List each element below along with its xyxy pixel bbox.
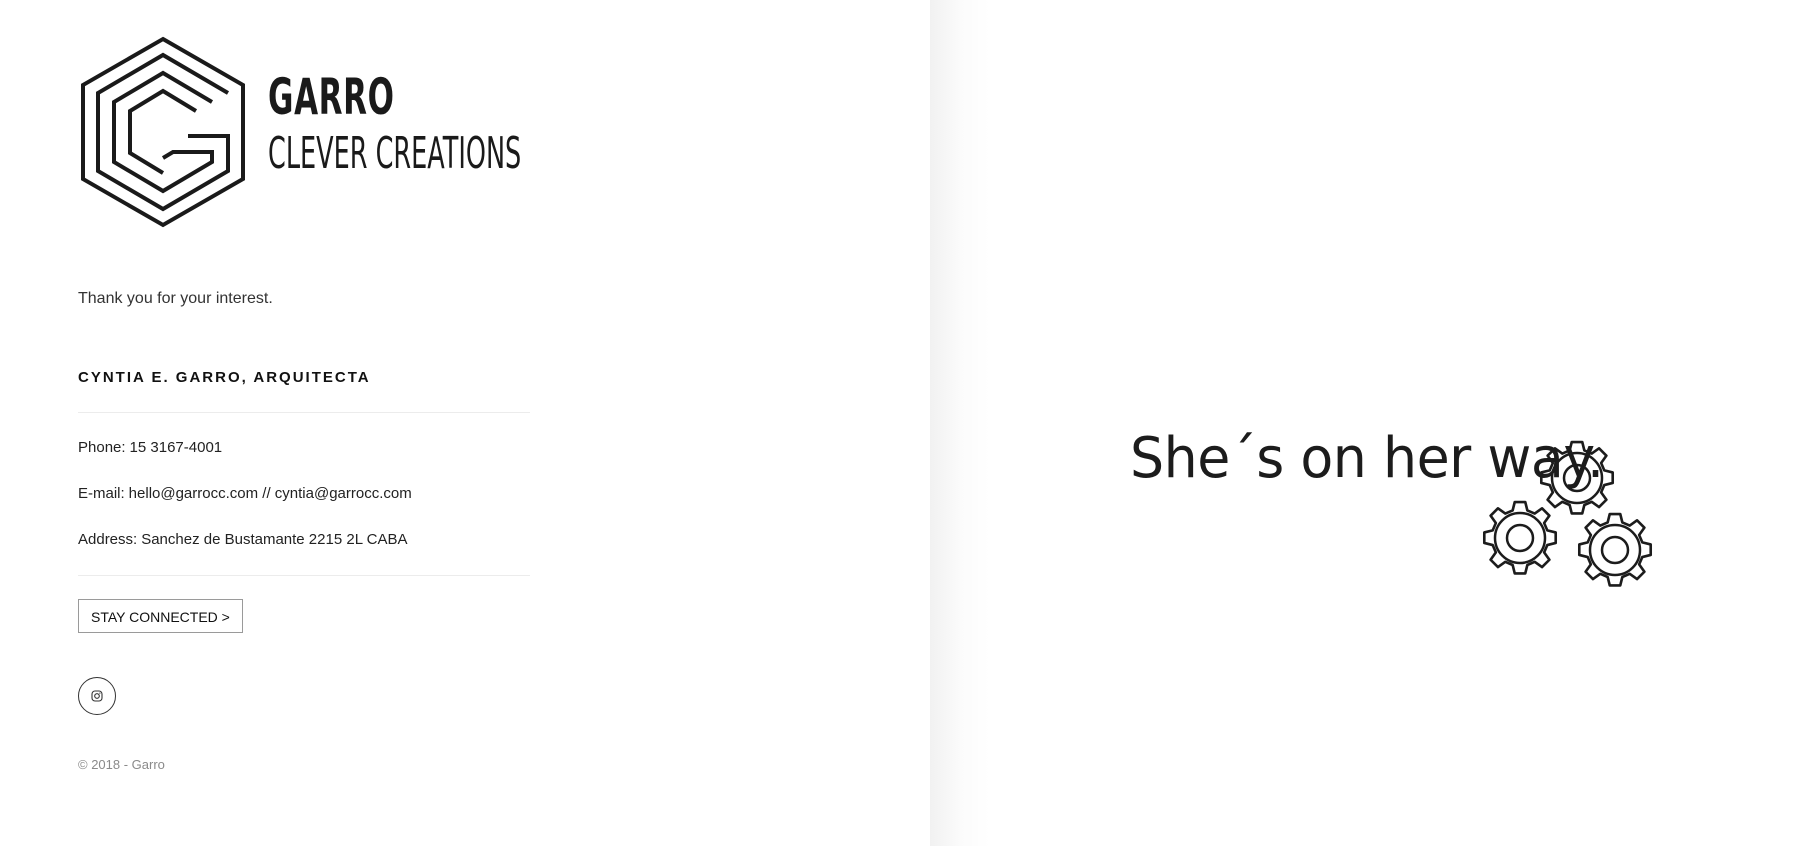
divider: [78, 575, 530, 576]
logo-wordmark: GARRO CLEVER CREATIONS: [268, 72, 705, 176]
hexagon-g-logo-icon: [81, 36, 245, 228]
address-value: Sanchez de Bustamante 2215 2L CABA: [141, 531, 408, 548]
gears-icon: [1483, 440, 1652, 587]
hero-panel: She´s on her way.: [930, 0, 1802, 846]
address-label: Address:: [78, 531, 138, 548]
stay-connected-button[interactable]: STAY CONNECTED >: [78, 599, 243, 633]
instagram-button[interactable]: [78, 677, 116, 715]
instagram-icon: [91, 690, 103, 702]
phone-value[interactable]: 15 3167-4001: [130, 439, 223, 456]
phone-line: Phone: 15 3167-4001: [78, 439, 222, 456]
copyright-text: © 2018 - Garro: [78, 757, 165, 772]
address-line: Address: Sanchez de Bustamante 2215 2L CA…: [78, 531, 408, 548]
divider: [78, 412, 530, 413]
logo-tagline-text: CLEVER CREATIONS: [268, 128, 522, 179]
email-value[interactable]: hello@garrocc.com // cyntia@garrocc.com: [129, 485, 412, 502]
brand-logo[interactable]: GARRO CLEVER CREATIONS: [78, 36, 538, 228]
phone-label: Phone:: [78, 439, 126, 456]
contact-heading: CYNTIA E. GARRO, ARQUITECTA: [78, 369, 371, 386]
contact-panel: GARRO CLEVER CREATIONS Thank you for you…: [0, 0, 930, 846]
email-label: E-mail:: [78, 485, 125, 502]
hero-graphic: She´s on her way.: [1130, 426, 1690, 606]
logo-brand-text: GARRO: [268, 68, 395, 126]
email-line: E-mail: hello@garrocc.com // cyntia@garro…: [78, 485, 412, 502]
page: GARRO CLEVER CREATIONS Thank you for you…: [0, 0, 1802, 846]
thanks-message: Thank you for your interest.: [78, 290, 273, 307]
